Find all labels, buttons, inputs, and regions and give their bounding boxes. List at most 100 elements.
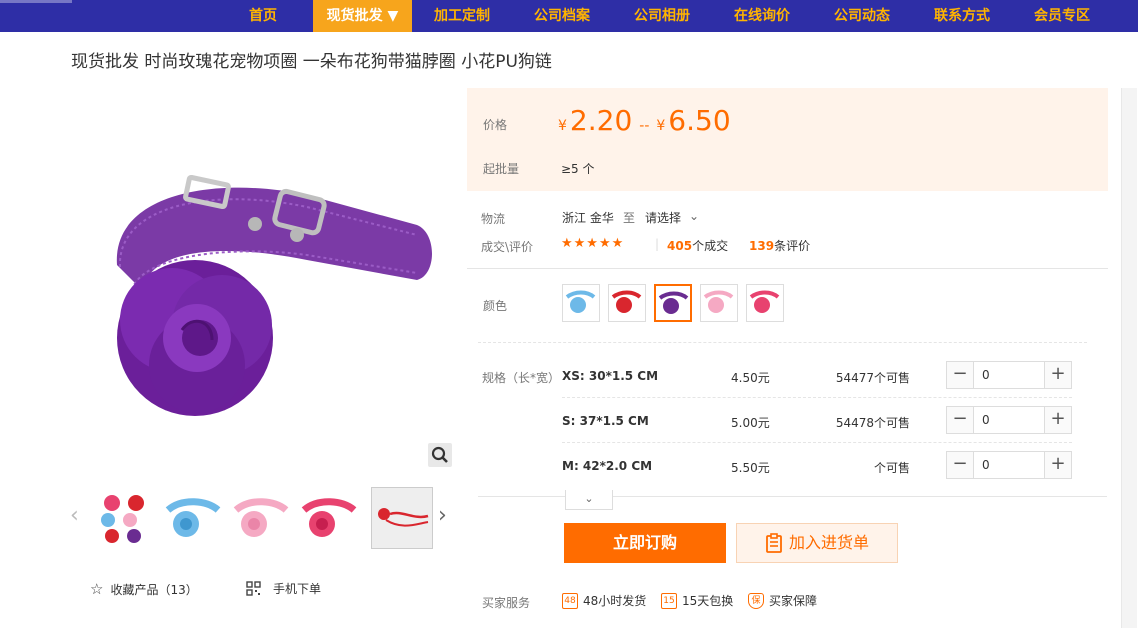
service-label: 买家保障 <box>769 594 818 608</box>
logistics-origin: 浙江 金华 <box>562 211 614 225</box>
expand-sku-button[interactable]: ⌄ <box>565 490 613 510</box>
nav-company-album[interactable]: 公司相册 <box>621 0 703 32</box>
service-15day-exchange[interactable]: 15 15天包换 <box>661 592 733 609</box>
chevron-left-icon[interactable]: ‹ <box>70 505 84 529</box>
mobile-order-label: 手机下单 <box>273 582 322 596</box>
minus-button[interactable]: − <box>947 362 973 388</box>
divider <box>562 442 1072 443</box>
collect-product-button[interactable]: ☆ 收藏产品（13） <box>90 580 198 598</box>
price-range: ¥ 2.20 -- ¥ 6.50 <box>558 104 731 137</box>
nav-home[interactable]: 首页 <box>230 0 296 32</box>
swatch-image <box>611 290 642 313</box>
minus-button[interactable]: − <box>947 407 973 433</box>
divider <box>478 342 1087 343</box>
quantity-stepper: − 0 + <box>946 451 1072 479</box>
review-number: 139 <box>749 239 775 253</box>
thumbnail-4[interactable] <box>298 488 358 548</box>
nav-company-profile[interactable]: 公司档案 <box>521 0 603 32</box>
product-title: 现货批发 时尚玫瑰花宠物项圈 一朵布花狗带猫脖圈 小花PU狗链 <box>71 52 552 72</box>
star-outline-icon: ☆ <box>90 580 104 598</box>
swatch-image <box>703 290 734 313</box>
clipboard-icon <box>766 533 782 553</box>
sku-label: 规格（长*宽） <box>482 371 561 385</box>
color-swatch[interactable] <box>654 284 692 322</box>
nav-spot-wholesale[interactable]: 现货批发 ▼ <box>313 0 412 32</box>
services-label: 买家服务 <box>482 596 531 610</box>
service-48h-shipping[interactable]: 48 48小时发货 <box>562 592 646 609</box>
sku-price: 4.50元 <box>731 371 770 385</box>
price-max: 6.50 <box>668 104 731 137</box>
service-label: 15天包换 <box>682 594 734 608</box>
logistics-label: 物流 <box>481 212 506 226</box>
nav-member-area[interactable]: 会员专区 <box>1021 0 1103 32</box>
nav-custom-processing[interactable]: 加工定制 <box>421 0 503 32</box>
add-to-cart-button[interactable]: 加入进货单 <box>736 523 898 563</box>
price-min: 2.20 <box>569 104 633 137</box>
nav-online-inquiry[interactable]: 在线询价 <box>721 0 803 32</box>
thumbnail-1[interactable] <box>94 488 154 548</box>
collect-label: 收藏产品（13） <box>110 582 198 597</box>
moq-label: 起批量 <box>483 162 520 176</box>
nav-contact[interactable]: 联系方式 <box>921 0 1003 32</box>
deals-suffix: 个成交 <box>692 239 729 253</box>
deals-number: 405 <box>667 239 693 253</box>
color-label: 颜色 <box>483 299 508 313</box>
color-swatch[interactable] <box>746 284 784 322</box>
price-label: 价格 <box>483 118 508 132</box>
thumbnail-3[interactable] <box>230 488 290 548</box>
logistics-to-word: 至 <box>623 211 636 225</box>
divider <box>467 268 1108 269</box>
scrollbar[interactable] <box>1121 88 1137 628</box>
review-count[interactable]: 139条评价 <box>749 237 810 254</box>
minus-button[interactable]: − <box>947 452 973 478</box>
moq-value: ≥5 个 <box>561 162 595 176</box>
mobile-order-button[interactable]: 手机下单 <box>246 580 321 597</box>
currency-symbol: ¥ <box>656 118 666 134</box>
divider <box>562 397 1072 398</box>
sku-stock: 个可售 <box>873 461 910 475</box>
thumbnail-2[interactable] <box>162 488 222 548</box>
service-buyer-protection[interactable]: 保 买家保障 <box>748 592 817 609</box>
color-swatch[interactable] <box>562 284 600 322</box>
color-swatch[interactable] <box>608 284 646 322</box>
review-suffix: 条评价 <box>774 239 811 253</box>
plus-button[interactable]: + <box>1045 407 1071 433</box>
sku-name: XS: 30*1.5 CM <box>562 369 659 383</box>
price-separator: -- <box>639 118 650 134</box>
zoom-icon[interactable] <box>428 443 452 467</box>
exchange-15-icon: 15 <box>661 592 677 609</box>
sku-name: M: 42*2.0 CM <box>562 459 653 473</box>
quantity-stepper: − 0 + <box>946 361 1072 389</box>
plus-button[interactable]: + <box>1045 452 1071 478</box>
qr-code-icon <box>246 581 261 596</box>
destination-label: 请选择 <box>645 211 682 225</box>
swatch-image <box>658 291 689 314</box>
thumbnail-5[interactable] <box>371 487 433 549</box>
quantity-input[interactable]: 0 <box>973 407 1045 433</box>
chevron-right-icon[interactable]: › <box>438 505 452 529</box>
reviews-label: 成交\评价 <box>481 240 534 254</box>
buy-now-button[interactable]: 立即订购 <box>564 523 726 563</box>
shield-icon: 保 <box>748 592 764 609</box>
main-product-image <box>116 174 432 416</box>
chevron-down-icon: ⌄ <box>584 492 594 505</box>
shipping-48-icon: 48 <box>562 592 578 609</box>
swatch-image <box>749 290 780 313</box>
quantity-input[interactable]: 0 <box>973 362 1045 388</box>
sku-stock: 54478个可售 <box>835 416 910 430</box>
swatch-image <box>565 290 596 313</box>
sku-name: S: 37*1.5 CM <box>562 414 649 428</box>
color-swatch[interactable] <box>700 284 738 322</box>
deals-count[interactable]: 405个成交 <box>667 237 728 254</box>
currency-symbol: ¥ <box>558 118 567 134</box>
nav-company-news[interactable]: 公司动态 <box>821 0 903 32</box>
destination-select[interactable]: 请选择 ⌄ <box>645 209 699 226</box>
service-label: 48小时发货 <box>583 594 647 608</box>
rating-stars: ★★★★★ <box>561 236 625 251</box>
nav-accent <box>0 0 72 3</box>
plus-button[interactable]: + <box>1045 362 1071 388</box>
quantity-input[interactable]: 0 <box>973 452 1045 478</box>
quantity-stepper: − 0 + <box>946 406 1072 434</box>
add-to-cart-label: 加入进货单 <box>788 533 869 552</box>
chevron-down-icon: ⌄ <box>689 209 700 223</box>
